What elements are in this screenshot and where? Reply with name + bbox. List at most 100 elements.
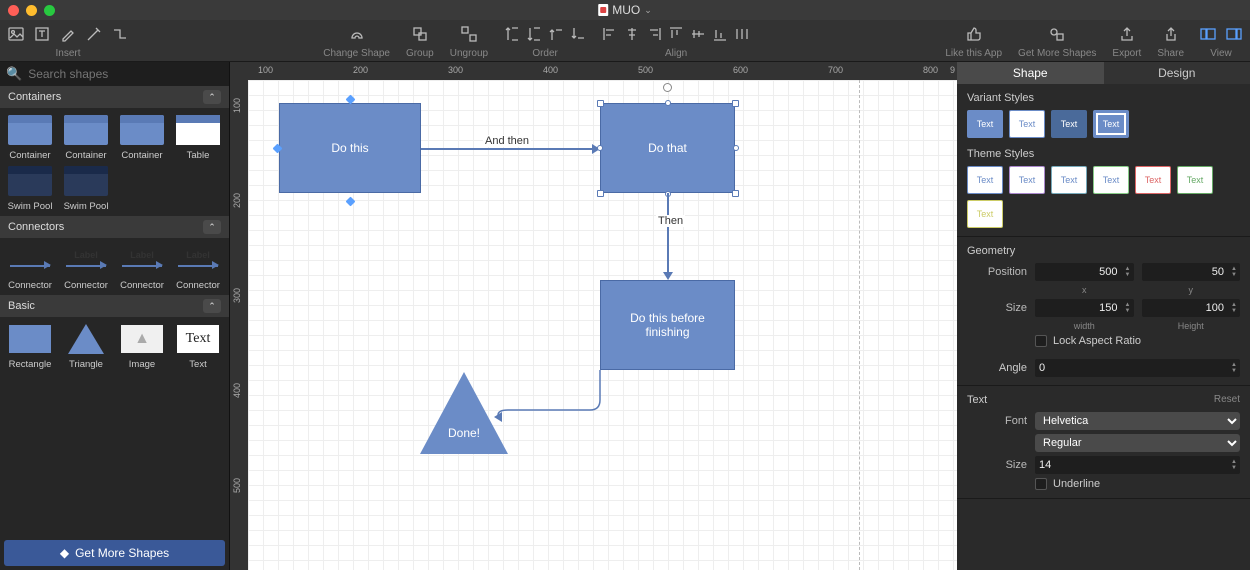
basic-section-head[interactable]: Basic⌃	[0, 295, 229, 317]
view-panels-icon[interactable]	[1200, 26, 1216, 42]
shape-library-panel: 🔍 Containers⌃ Container Container Contai…	[0, 62, 230, 570]
font-size-input[interactable]: ▲▼	[1035, 456, 1240, 474]
shape-thumb[interactable]: Table	[170, 112, 226, 161]
canvas[interactable]: Do this And then Do that	[248, 80, 957, 570]
lock-aspect-checkbox[interactable]: Lock Aspect Ratio	[1035, 335, 1240, 347]
theme-style-option[interactable]: Text	[1051, 166, 1087, 194]
resize-handle[interactable]	[733, 145, 739, 151]
theme-style-option[interactable]: Text	[1177, 166, 1213, 194]
position-x-input[interactable]: ▲▼	[1035, 263, 1134, 281]
close-window-button[interactable]	[8, 5, 19, 16]
backward-icon[interactable]	[570, 26, 586, 42]
insert-connector-icon[interactable]	[112, 26, 128, 42]
like-app-button[interactable]: Like this App	[937, 20, 1010, 61]
align-vcenter-icon[interactable]	[690, 26, 706, 42]
variant-style-option[interactable]: Text	[967, 110, 1003, 138]
bring-front-icon[interactable]	[504, 26, 520, 42]
resize-handle[interactable]	[732, 100, 739, 107]
distribute-icon[interactable]	[734, 26, 750, 42]
thumbs-up-icon	[966, 26, 982, 42]
stepper-icon[interactable]: ▲▼	[1122, 302, 1134, 314]
align-bottom-icon[interactable]	[712, 26, 728, 42]
share-button[interactable]: Share	[1149, 20, 1192, 61]
shape-do-that[interactable]: Do that	[600, 103, 735, 193]
document-title[interactable]: MUO ⌄	[598, 3, 652, 17]
insert-pen-icon[interactable]	[86, 26, 102, 42]
zoom-window-button[interactable]	[44, 5, 55, 16]
shape-thumb[interactable]: Triangle	[58, 321, 114, 370]
shape-done[interactable]: Done!	[420, 372, 508, 454]
insert-text-icon[interactable]	[34, 26, 50, 42]
reset-button[interactable]: Reset	[1214, 394, 1240, 406]
theme-style-option[interactable]: Text	[967, 166, 1003, 194]
stepper-icon[interactable]: ▲▼	[1228, 362, 1240, 374]
shape-do-this[interactable]: Do this	[279, 103, 421, 193]
containers-section-head[interactable]: Containers⌃	[0, 86, 229, 108]
minimize-window-button[interactable]	[26, 5, 37, 16]
shape-thumb[interactable]: Connector	[2, 242, 58, 291]
font-select[interactable]: Helvetica	[1035, 412, 1240, 430]
stepper-icon[interactable]: ▲▼	[1228, 459, 1240, 471]
send-back-icon[interactable]	[526, 26, 542, 42]
shape-thumb[interactable]: Container	[114, 112, 170, 161]
font-size-label: Size	[967, 459, 1027, 471]
align-left-icon[interactable]	[602, 26, 618, 42]
height-input[interactable]: ▲▼	[1142, 299, 1241, 317]
weight-select[interactable]: Regular	[1035, 434, 1240, 452]
shape-thumb[interactable]: Container	[2, 112, 58, 161]
resize-handle[interactable]	[732, 190, 739, 197]
variant-style-option[interactable]: Text	[1009, 110, 1045, 138]
theme-style-option[interactable]: Text	[1093, 166, 1129, 194]
resize-handle[interactable]	[597, 100, 604, 107]
change-shape-group[interactable]: Change Shape	[315, 20, 398, 61]
search-input[interactable]	[28, 67, 223, 81]
insert-image-icon[interactable]	[8, 26, 24, 42]
variant-style-option[interactable]: Text	[1051, 110, 1087, 138]
shape-thumb[interactable]: Swim Pool	[2, 163, 58, 212]
angle-input[interactable]: ▲▼	[1035, 359, 1240, 377]
tab-design[interactable]: Design	[1104, 62, 1250, 84]
connector-label[interactable]: Then	[656, 215, 685, 227]
tab-shape[interactable]: Shape	[957, 62, 1104, 84]
width-input[interactable]: ▲▼	[1035, 299, 1134, 317]
theme-style-option[interactable]: Text	[1009, 166, 1045, 194]
align-hcenter-icon[interactable]	[624, 26, 640, 42]
resize-handle[interactable]	[597, 190, 604, 197]
theme-style-option[interactable]: Text	[967, 200, 1003, 228]
underline-checkbox[interactable]: Underline	[1035, 478, 1240, 490]
shape-thumb[interactable]: Rectangle	[2, 321, 58, 370]
shape-thumb[interactable]: LabelConnector	[58, 242, 114, 291]
get-more-shapes-button[interactable]: ◆ Get More Shapes	[4, 540, 225, 566]
position-label: Position	[967, 266, 1027, 278]
stepper-icon[interactable]: ▲▼	[1122, 266, 1134, 278]
get-shapes-button[interactable]: Get More Shapes	[1010, 20, 1104, 61]
shape-thumb[interactable]: Swim Pool	[58, 163, 114, 212]
insert-pencil-icon[interactable]	[60, 26, 76, 42]
connector[interactable]	[421, 148, 594, 150]
variant-style-option-selected[interactable]: Text	[1093, 110, 1129, 138]
connector[interactable]	[667, 193, 669, 275]
shape-do-before[interactable]: Do this before finishing	[600, 280, 735, 370]
rotation-handle[interactable]	[663, 83, 672, 92]
align-top-icon[interactable]	[668, 26, 684, 42]
forward-icon[interactable]	[548, 26, 564, 42]
shape-thumb[interactable]: ▲Image	[114, 321, 170, 370]
shape-thumb[interactable]: Container	[58, 112, 114, 161]
align-right-icon[interactable]	[646, 26, 662, 42]
resize-handle[interactable]	[597, 145, 603, 151]
shape-thumb[interactable]: LabelConnector	[114, 242, 170, 291]
stepper-icon[interactable]: ▲▼	[1228, 302, 1240, 314]
export-button[interactable]: Export	[1104, 20, 1149, 61]
shape-thumb[interactable]: TextText	[170, 321, 226, 370]
connectors-section-head[interactable]: Connectors⌃	[0, 216, 229, 238]
resize-handle[interactable]	[665, 100, 671, 106]
view-canvas-icon[interactable]	[1226, 26, 1242, 42]
position-y-input[interactable]: ▲▼	[1142, 263, 1241, 281]
group-button[interactable]: Group	[398, 20, 442, 61]
stepper-icon[interactable]: ▲▼	[1228, 266, 1240, 278]
search-shapes[interactable]: 🔍	[0, 62, 229, 86]
theme-style-option[interactable]: Text	[1135, 166, 1171, 194]
ungroup-button[interactable]: Ungroup	[442, 20, 496, 61]
shape-thumb[interactable]: LabelConnector	[170, 242, 226, 291]
connector-label[interactable]: And then	[483, 135, 531, 147]
